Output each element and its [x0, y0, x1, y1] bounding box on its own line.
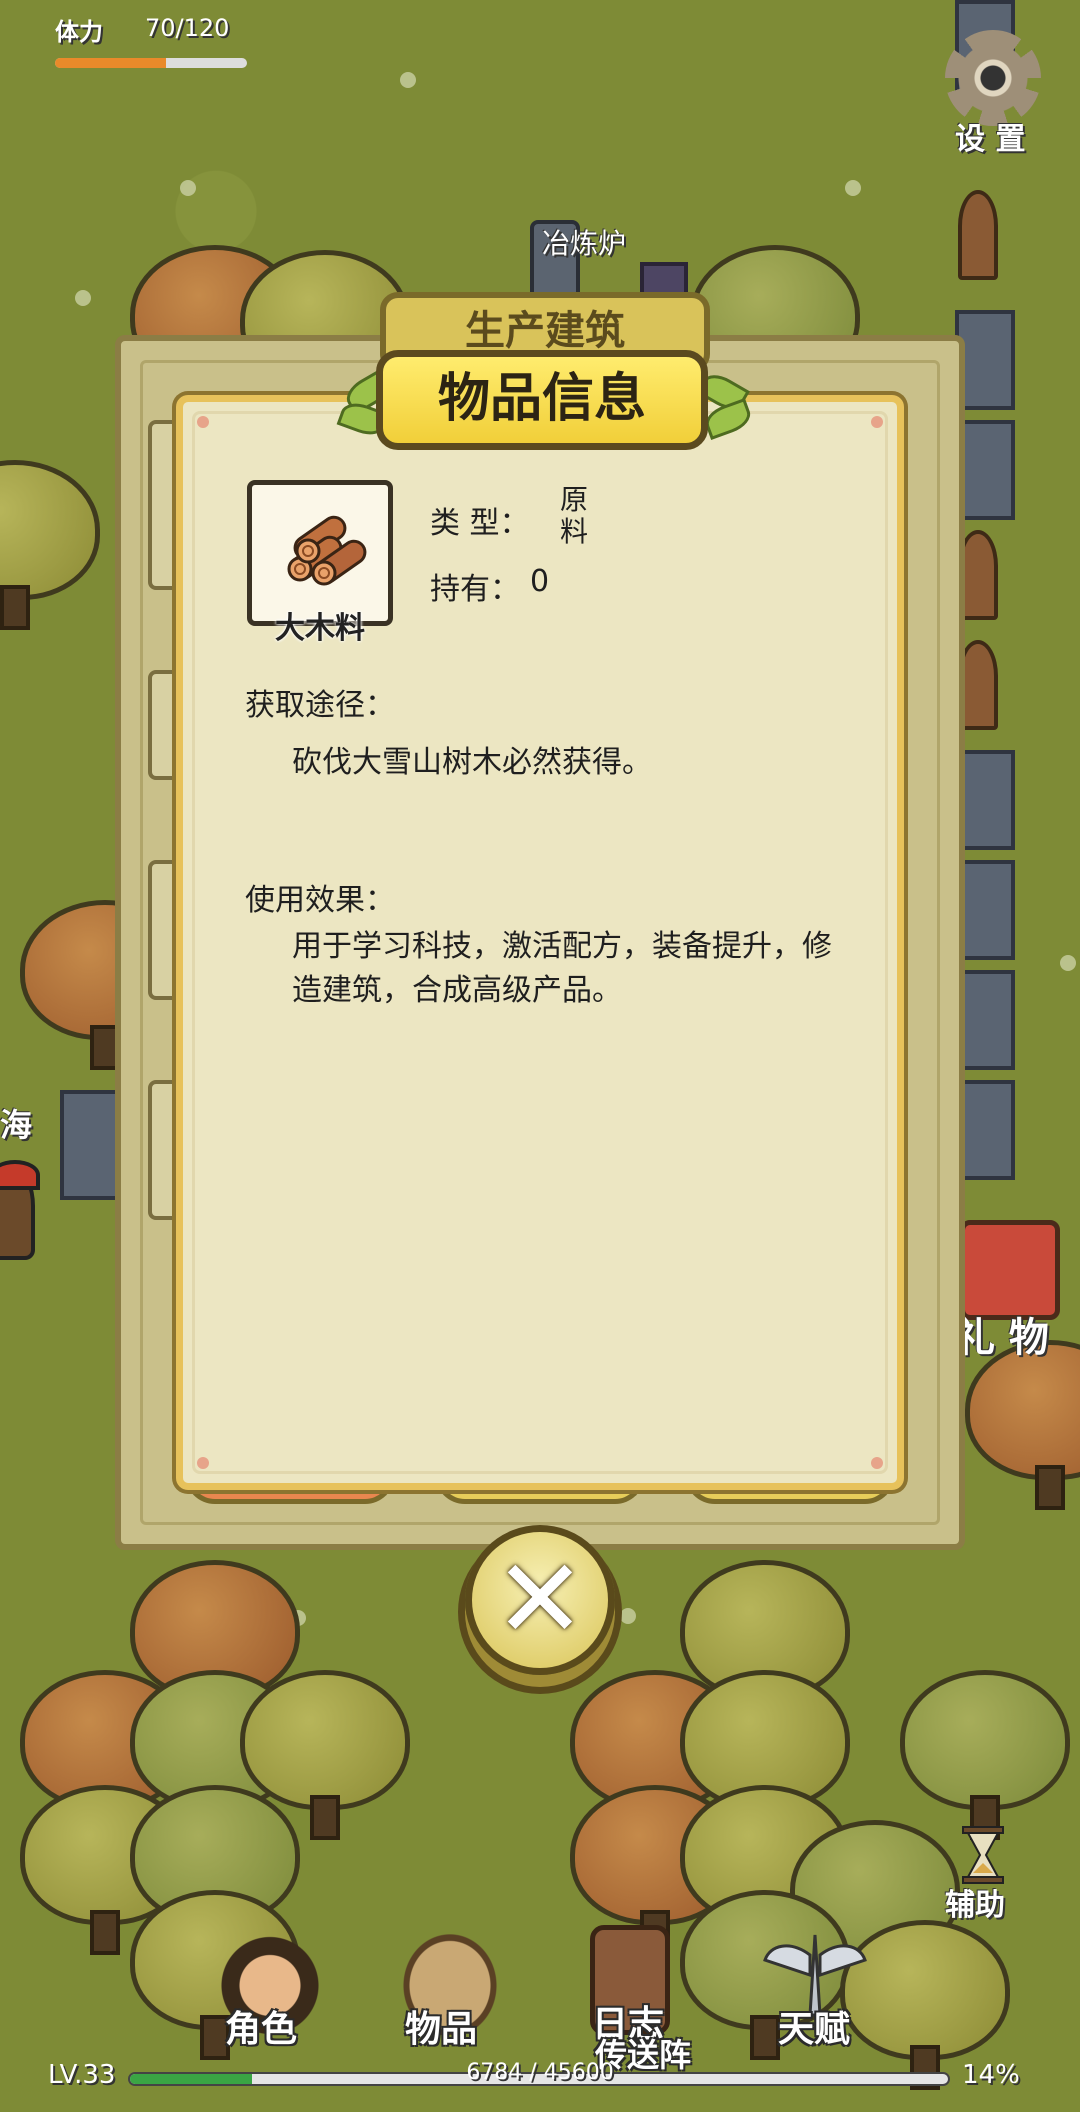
close-button[interactable]: ✕ [465, 1525, 615, 1675]
owned-value: 0 [530, 564, 550, 599]
tree [965, 1340, 1080, 1510]
sea-label: 海 [0, 1106, 33, 1144]
xp-text: 6784 / 45600 [466, 2060, 614, 2085]
close-icon[interactable]: ✕ [494, 1535, 586, 1663]
xp-bar-fill [130, 2074, 252, 2084]
flower-decoration [845, 180, 861, 196]
stamina-label: 体力 [55, 18, 103, 46]
flower-decoration [180, 180, 196, 196]
wood-logs-icon [287, 515, 367, 586]
furnace-label: 冶炼炉 [542, 227, 627, 260]
stamina-bar [55, 58, 247, 68]
effect-text: 用于学习科技，激活配方，装备提升，修造建筑，合成高级产品。 [292, 929, 832, 1008]
type-value: 原料 [560, 483, 589, 548]
nav-items-label[interactable]: 物品 [405, 2000, 477, 2052]
player-hat [0, 1160, 40, 1190]
hourglass-icon[interactable] [958, 1825, 1008, 1885]
stamina-bar-fill [55, 58, 167, 68]
item-name: 大木料 [275, 611, 365, 646]
source-title: 获取途径： [245, 688, 395, 723]
gift-label[interactable]: 礼 物 [955, 1305, 1049, 1363]
nav-character-label[interactable]: 角色 [225, 2000, 297, 2052]
flower-decoration [620, 1608, 636, 1624]
owned-label: 持有： [430, 572, 520, 607]
type-label: 类 型： [430, 506, 530, 541]
tree [900, 1670, 1070, 1840]
stone-wall [60, 1090, 120, 1200]
xp-percent: 14% [962, 2060, 1020, 2090]
nav-talent-label[interactable]: 天赋 [778, 2000, 850, 2052]
stamina-value: 70/120 [145, 14, 230, 42]
settings-label[interactable]: 设 置 [955, 114, 1025, 158]
gear-icon[interactable] [945, 30, 1041, 126]
flower-decoration [1060, 955, 1076, 971]
level-label: LV.33 [48, 2060, 116, 2090]
flower-decoration [75, 290, 91, 306]
source-text: 砍伐大雪山树木必然获得。 [292, 745, 652, 780]
tree [0, 460, 100, 630]
flower-decoration [400, 72, 416, 88]
item-info-title: 物品信息 [376, 350, 708, 450]
wooden-post [958, 190, 998, 280]
effect-title: 使用效果： [245, 883, 395, 918]
assist-label[interactable]: 辅助 [945, 1880, 1005, 1924]
